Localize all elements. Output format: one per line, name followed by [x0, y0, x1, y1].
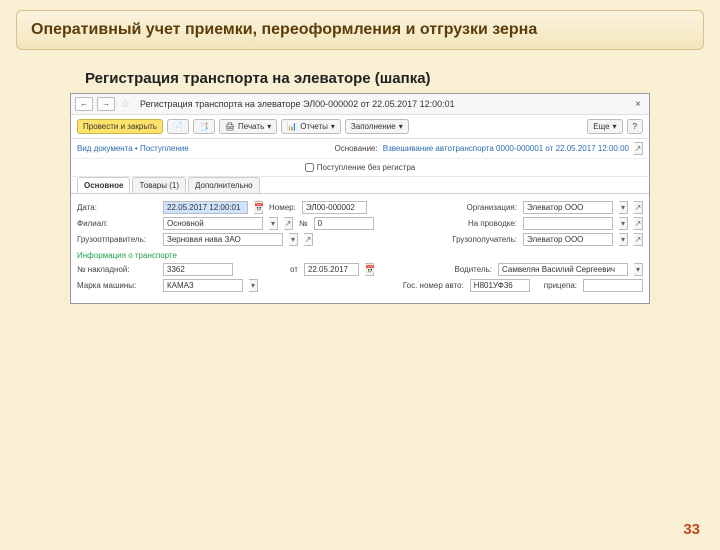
number-label: Номер:	[269, 203, 296, 212]
section-transport: Информация о транспорте	[77, 251, 643, 260]
help-button[interactable]: ?	[627, 119, 643, 134]
save-button[interactable]: 📄	[167, 119, 189, 134]
reports-label: Отчеты	[300, 122, 328, 131]
more-button[interactable]: Еще ▾	[587, 119, 622, 134]
basis-label: Основание:	[334, 144, 377, 153]
post-button[interactable]: 📑	[193, 119, 215, 134]
slide-title: Оперативный учет приемки, переоформления…	[16, 10, 704, 50]
more-label: Еще	[593, 122, 609, 131]
close-icon[interactable]: ×	[631, 99, 645, 110]
nakl-label: № накладной:	[77, 265, 157, 274]
tab-main[interactable]: Основное	[77, 177, 130, 193]
ot-date-input[interactable]: 22.05.2017	[304, 263, 359, 276]
org-dropdown-icon[interactable]: ▾	[619, 201, 628, 214]
n-input[interactable]: 0	[314, 217, 374, 230]
fill-button[interactable]: Заполнение ▾	[345, 119, 409, 134]
tab-goods[interactable]: Товары (1)	[132, 177, 186, 193]
sender-label: Грузоотправитель:	[77, 235, 157, 244]
n-label: №	[299, 219, 308, 228]
tab-bar: Основное Товары (1) Дополнительно	[71, 177, 649, 193]
filial-dropdown-icon[interactable]: ▾	[269, 217, 278, 230]
command-row: Вид документа • Поступление Основание: В…	[71, 139, 649, 159]
tab-additional[interactable]: Дополнительно	[188, 177, 260, 193]
driver-input[interactable]: Самвелян Василий Сергеевич	[498, 263, 628, 276]
date-label: Дата:	[77, 203, 157, 212]
no-register-label: Поступление без регистра	[317, 163, 415, 172]
naprovod-label: На проводке:	[468, 219, 517, 228]
post-and-close-button[interactable]: Провести и закрыть	[77, 119, 163, 134]
org-label: Организация:	[467, 203, 517, 212]
sender-dropdown-icon[interactable]: ▾	[289, 233, 298, 246]
receiver-input[interactable]: Элеватор ООО	[523, 233, 613, 246]
window-header: ← → ☆ Регистрация транспорта на элеватор…	[71, 94, 649, 115]
driver-label: Водитель:	[454, 265, 492, 274]
form-main: Дата: 22.05.2017 12:00:01 📅 Номер: ЭЛ00-…	[71, 193, 649, 303]
basis-link[interactable]: Взвешивание автотранспорта 0000-000001 о…	[383, 144, 629, 153]
app-window: ← → ☆ Регистрация транспорта на элеватор…	[70, 93, 650, 304]
checkbox-row: Поступление без регистра	[71, 159, 649, 177]
brand-label: Марка машины:	[77, 281, 157, 290]
back-button[interactable]: ←	[75, 97, 93, 111]
receiver-dropdown-icon[interactable]: ▾	[619, 233, 628, 246]
filial-open-icon[interactable]: ↗	[284, 217, 293, 230]
receiver-open-icon[interactable]: ↗	[634, 233, 643, 246]
forward-button[interactable]: →	[97, 97, 115, 111]
fill-label: Заполнение	[351, 122, 396, 131]
brand-dropdown-icon[interactable]: ▾	[249, 279, 258, 292]
filial-label: Филиал:	[77, 219, 157, 228]
doc-type-link[interactable]: Вид документа • Поступление	[77, 144, 189, 153]
page-number: 33	[683, 521, 700, 538]
sender-open-icon[interactable]: ↗	[304, 233, 313, 246]
nakl-input[interactable]: 3362	[163, 263, 233, 276]
naprovod-input[interactable]	[523, 217, 613, 230]
ot-date-picker-icon[interactable]: 📅	[365, 263, 374, 276]
favorite-icon[interactable]: ☆	[121, 99, 130, 110]
filial-input[interactable]: Основной	[163, 217, 263, 230]
reports-button[interactable]: 📊 Отчеты ▾	[281, 119, 341, 134]
basis-open-icon[interactable]: ↗	[634, 142, 643, 155]
print-label: Печать	[238, 122, 264, 131]
receiver-label: Грузополучатель:	[452, 235, 517, 244]
trailer-input[interactable]	[583, 279, 643, 292]
org-input[interactable]: Элеватор ООО	[523, 201, 613, 214]
print-button[interactable]: 🖨 Печать ▾	[219, 119, 277, 134]
trailer-label: прицепа:	[544, 281, 577, 290]
plate-label: Гос. номер авто:	[403, 281, 464, 290]
naprovod-open-icon[interactable]: ↗	[634, 217, 643, 230]
brand-input[interactable]: КАМАЗ	[163, 279, 243, 292]
naprovod-dropdown-icon[interactable]: ▾	[619, 217, 628, 230]
slide-subtitle: Регистрация транспорта на элеваторе (шап…	[85, 70, 720, 87]
no-register-checkbox[interactable]	[305, 163, 314, 172]
date-input[interactable]: 22.05.2017 12:00:01	[163, 201, 248, 214]
sender-input[interactable]: Зерновая нива ЗАО	[163, 233, 283, 246]
date-picker-icon[interactable]: 📅	[254, 201, 263, 214]
toolbar: Провести и закрыть 📄 📑 🖨 Печать ▾ 📊 Отче…	[71, 115, 649, 139]
window-title: Регистрация транспорта на элеваторе ЭЛ00…	[140, 99, 455, 109]
org-open-icon[interactable]: ↗	[634, 201, 643, 214]
ot-label: от	[290, 265, 298, 274]
number-input[interactable]: ЭЛ00-000002	[302, 201, 367, 214]
plate-input[interactable]: Н801УФ36	[470, 279, 530, 292]
driver-dropdown-icon[interactable]: ▾	[634, 263, 643, 276]
